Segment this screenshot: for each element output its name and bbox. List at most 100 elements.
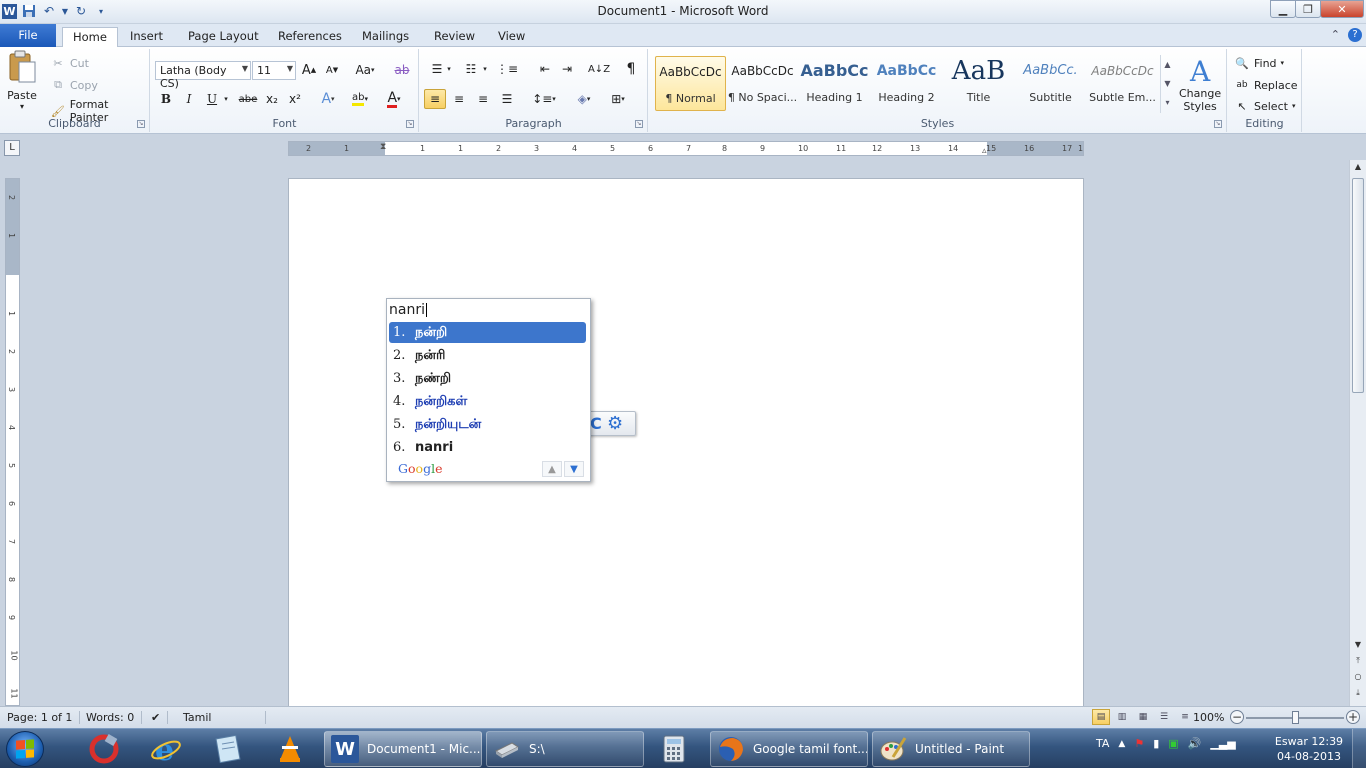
select-button[interactable]: ↖ Select ▾ <box>1234 98 1295 114</box>
scroll-up-icon[interactable]: ▲ <box>1350 162 1366 176</box>
superscript-button[interactable]: x² <box>284 89 306 109</box>
font-launcher-icon[interactable]: ↘ <box>406 120 414 128</box>
increase-indent-button[interactable]: ⇥ <box>556 59 578 79</box>
internet-explorer-icon[interactable]: e <box>140 732 192 766</box>
style-title[interactable]: AaB Title <box>943 56 1014 111</box>
gear-icon[interactable]: ⚙ <box>607 413 623 434</box>
print-layout-icon[interactable]: ▤ <box>1092 709 1110 725</box>
restore-button[interactable]: ❐ <box>1295 0 1321 18</box>
styles-more-icon[interactable]: ▾ <box>1161 93 1174 112</box>
full-screen-reading-icon[interactable]: ▥ <box>1113 709 1131 725</box>
style-subtitle[interactable]: AaBbCc. Subtitle <box>1015 56 1086 111</box>
previous-page-icon[interactable]: ⤒ <box>1350 656 1366 670</box>
shrink-font-button[interactable]: A ▼ <box>321 60 343 80</box>
ime-candidate[interactable]: 3. நண்றி <box>389 368 586 389</box>
taskbar-item-firefox[interactable]: Google tamil font... <box>710 731 868 767</box>
subscript-button[interactable]: x₂ <box>261 89 283 109</box>
network-signal-icon[interactable]: ▁▃▅ <box>1210 737 1235 750</box>
replace-button[interactable]: ab Replace <box>1234 77 1297 93</box>
draft-icon[interactable]: ≡ <box>1176 709 1194 725</box>
battery-icon[interactable]: ▮ <box>1153 737 1159 750</box>
font-name-dropdown-icon[interactable]: ▼ <box>242 64 248 73</box>
numbering-dropdown-icon[interactable]: ▾ <box>480 59 490 79</box>
zoom-knob[interactable] <box>1292 711 1299 724</box>
ccleaner-icon[interactable] <box>78 732 130 766</box>
taskbar-item-drive[interactable]: S:\ <box>486 731 644 767</box>
taskbar-item-word[interactable]: W Document1 - Mic... <box>324 731 482 767</box>
vertical-scrollbar[interactable]: ▲ ▼ ⤒ ○ ⤓ <box>1349 160 1366 706</box>
styles-scroll-down-icon[interactable]: ▼ <box>1161 74 1174 93</box>
styles-launcher-icon[interactable]: ↘ <box>1214 120 1222 128</box>
align-right-button[interactable]: ≡ <box>472 89 494 109</box>
tab-home[interactable]: Home <box>62 27 118 48</box>
notepad-icon[interactable] <box>202 732 254 766</box>
close-button[interactable]: ✕ <box>1320 0 1364 18</box>
change-case-button[interactable]: Aa ▾ <box>351 60 379 80</box>
indent-marker-icon[interactable]: ⧗ <box>380 142 386 152</box>
clear-formatting-button[interactable]: ab <box>391 60 413 80</box>
align-center-button[interactable]: ≡ <box>448 89 470 109</box>
taskbar-item-paint[interactable]: Untitled - Paint <box>872 731 1030 767</box>
align-left-button[interactable]: ≡ <box>424 89 446 109</box>
style-heading-1[interactable]: AaBbCc Heading 1 <box>799 56 870 111</box>
underline-button[interactable]: U <box>201 89 223 109</box>
calculator-icon[interactable] <box>648 732 700 766</box>
show-formatting-button[interactable]: ¶ <box>620 59 642 79</box>
style-normal[interactable]: AaBbCcDc ¶ Normal <box>655 56 726 111</box>
select-dropdown-icon[interactable]: ▾ <box>1292 102 1296 110</box>
zoom-out-button[interactable]: − <box>1230 710 1244 724</box>
minimize-ribbon-icon[interactable]: ⌃ <box>1331 28 1340 42</box>
font-color-button[interactable]: A ▾ <box>383 89 405 109</box>
page-count[interactable]: Page: 1 of 1 <box>0 711 81 724</box>
language-bar-indicator[interactable]: TA <box>1096 737 1109 750</box>
underline-dropdown-icon[interactable]: ▾ <box>221 89 231 109</box>
start-button[interactable] <box>6 731 44 767</box>
zoom-slider[interactable]: − + <box>1230 710 1360 726</box>
paragraph-launcher-icon[interactable]: ↘ <box>635 120 643 128</box>
show-desktop-button[interactable] <box>1352 729 1366 768</box>
multilevel-list-button[interactable]: ⋮≡ <box>496 59 518 79</box>
paste-dropdown-icon[interactable]: ▾ <box>20 102 24 111</box>
ime-composition[interactable]: nanri <box>389 302 427 318</box>
justify-button[interactable]: ☰ <box>496 89 518 109</box>
styles-scroll-up-icon[interactable]: ▲ <box>1161 55 1174 74</box>
copy-button[interactable]: ⧉ Copy <box>50 77 98 93</box>
tab-file[interactable]: File <box>0 24 56 47</box>
clock[interactable]: Eswar 12:39 04-08-2013 <box>1272 734 1346 764</box>
style-no-spacing[interactable]: AaBbCcDc ¶ No Spaci... <box>727 56 798 111</box>
grow-font-button[interactable]: A ▲ <box>298 60 320 80</box>
decrease-indent-button[interactable]: ⇤ <box>534 59 556 79</box>
highlight-button[interactable]: ab ▾ <box>349 89 371 109</box>
tab-page-layout[interactable]: Page Layout <box>178 27 269 47</box>
change-styles-button[interactable]: A Change Styles <box>1179 55 1221 114</box>
language-indicator[interactable]: Tamil <box>176 711 266 724</box>
paste-button[interactable]: Paste ▾ <box>6 50 38 111</box>
tab-references[interactable]: References <box>268 27 352 47</box>
help-icon[interactable]: ? <box>1348 28 1362 42</box>
horizontal-ruler[interactable]: 211123456789101112131415161718 ⧗ ▵ <box>288 141 1084 156</box>
line-spacing-button[interactable]: ↕≡ ▾ <box>530 89 558 109</box>
vlc-icon[interactable] <box>264 732 316 766</box>
tab-review[interactable]: Review <box>424 27 485 47</box>
browse-object-icon[interactable]: ○ <box>1350 672 1366 686</box>
zoom-level[interactable]: 100% <box>1193 711 1224 724</box>
text-effects-button[interactable]: A ▾ <box>317 89 339 109</box>
show-hidden-icons-icon[interactable]: ▲ <box>1118 739 1125 749</box>
zoom-in-button[interactable]: + <box>1346 710 1360 724</box>
minimize-button[interactable]: ▁ <box>1270 0 1296 18</box>
word-count[interactable]: Words: 0 <box>79 711 143 724</box>
sort-button[interactable]: A↓Z <box>588 59 610 79</box>
bold-button[interactable]: B <box>155 89 177 109</box>
tab-view[interactable]: View <box>488 27 535 47</box>
numbering-button[interactable]: ☷ <box>460 59 482 79</box>
shading-button[interactable]: ◈ ▾ <box>570 89 598 109</box>
font-size-combo[interactable]: 11 ▼ <box>252 61 296 80</box>
tab-selector-button[interactable]: L <box>4 140 20 156</box>
volume-icon[interactable]: 🔊 <box>1188 737 1202 750</box>
font-name-combo[interactable]: Latha (Body CS) ▼ <box>155 61 251 90</box>
strikethrough-button[interactable]: abe <box>237 89 259 109</box>
ime-candidate[interactable]: 1. நன்றி <box>389 322 586 343</box>
bullets-dropdown-icon[interactable]: ▾ <box>444 59 454 79</box>
find-dropdown-icon[interactable]: ▾ <box>1281 59 1285 67</box>
style-heading-2[interactable]: AaBbCc Heading 2 <box>871 56 942 111</box>
